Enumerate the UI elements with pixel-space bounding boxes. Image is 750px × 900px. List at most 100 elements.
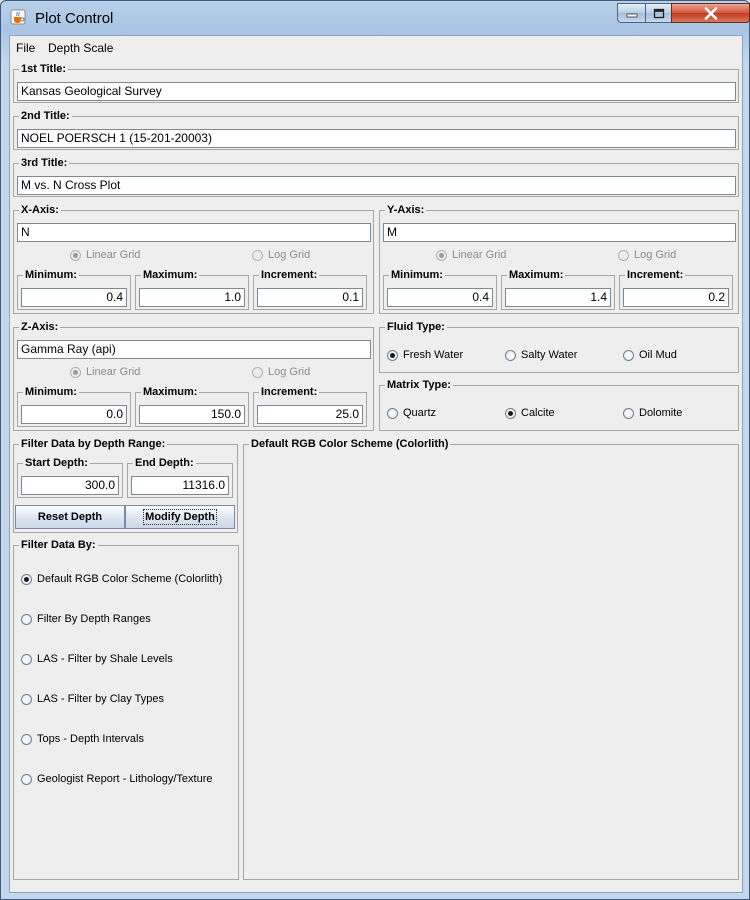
matrix-type-label: Matrix Type: — [385, 379, 453, 391]
start-depth-label: Start Depth: — [23, 457, 90, 469]
minimize-icon — [626, 13, 637, 18]
x-minimum-field[interactable]: 0.4 — [21, 288, 127, 307]
fluid-salty-water-radio[interactable]: Salty Water — [505, 349, 577, 361]
z-increment-label: Increment: — [259, 386, 320, 398]
close-button[interactable] — [671, 3, 750, 23]
z-increment-field[interactable]: 25.0 — [257, 405, 363, 424]
y-log-grid-radio[interactable]: Log Grid — [618, 249, 676, 261]
third-title-field[interactable]: M vs. N Cross Plot — [17, 176, 736, 195]
filter-geologist-report-label: Geologist Report - Lithology/Texture — [37, 773, 213, 785]
modify-depth-label: Modify Depth — [143, 509, 217, 525]
first-title-label: 1st Title: — [19, 63, 69, 75]
x-minimum-label: Minimum: — [23, 269, 79, 281]
depth-range-label: Filter Data by Depth Range: — [19, 438, 168, 450]
first-title-group: 1st Title: Kansas Geological Survey — [13, 63, 739, 103]
first-title-field[interactable]: Kansas Geological Survey — [17, 82, 736, 101]
fluid-type-label: Fluid Type: — [385, 321, 447, 333]
color-scheme-label: Default RGB Color Scheme (Colorlith) — [249, 438, 451, 450]
close-icon — [704, 6, 717, 20]
z-axis-group: Z-Axis: Gamma Ray (api) Linear Grid Log … — [13, 321, 374, 431]
z-axis-field[interactable]: Gamma Ray (api) — [17, 340, 371, 359]
reset-depth-button[interactable]: Reset Depth — [15, 505, 125, 529]
client-area: File Depth Scale 1st Title: Kansas Geolo… — [9, 35, 743, 893]
maximize-icon — [653, 8, 664, 18]
fluid-oil-mud-radio[interactable]: Oil Mud — [623, 349, 677, 361]
window-title: Plot Control — [35, 10, 114, 27]
maximize-button[interactable] — [645, 3, 672, 23]
filter-colorlith-radio[interactable]: Default RGB Color Scheme (Colorlith) — [21, 573, 222, 585]
z-maximum-field[interactable]: 150.0 — [139, 405, 245, 424]
x-increment-group: Increment: 0.1 — [253, 269, 367, 310]
matrix-dolomite-radio[interactable]: Dolomite — [623, 407, 682, 419]
y-axis-label: Y-Axis: — [385, 204, 427, 216]
x-log-grid-radio[interactable]: Log Grid — [252, 249, 310, 261]
y-axis-field[interactable]: M — [383, 223, 736, 242]
x-axis-field[interactable]: N — [17, 223, 371, 242]
minimize-button[interactable] — [617, 3, 646, 23]
y-linear-grid-radio[interactable]: Linear Grid — [436, 249, 506, 261]
second-title-group: 2nd Title: NOEL POERSCH 1 (15-201-20003) — [13, 110, 739, 150]
z-maximum-group: Maximum: 150.0 — [135, 386, 249, 427]
color-scheme-panel: Default RGB Color Scheme (Colorlith) — [243, 438, 739, 880]
fluid-fresh-water-label: Fresh Water — [403, 349, 464, 361]
z-log-grid-radio[interactable]: Log Grid — [252, 366, 310, 378]
x-maximum-group: Maximum: 1.0 — [135, 269, 249, 310]
start-depth-field[interactable]: 300.0 — [21, 476, 119, 495]
y-increment-field[interactable]: 0.2 — [623, 288, 729, 307]
menu-bar: File Depth Scale — [10, 36, 742, 60]
java-cup-icon — [10, 9, 26, 25]
end-depth-field[interactable]: 11316.0 — [131, 476, 229, 495]
matrix-calcite-label: Calcite — [521, 407, 555, 419]
y-log-grid-label: Log Grid — [634, 249, 677, 261]
start-depth-group: Start Depth: 300.0 — [17, 457, 123, 498]
title-bar[interactable]: Plot Control — [1, 1, 750, 35]
filter-clay-types-label: LAS - Filter by Clay Types — [37, 693, 164, 705]
second-title-field[interactable]: NOEL POERSCH 1 (15-201-20003) — [17, 129, 736, 148]
z-linear-grid-radio[interactable]: Linear Grid — [70, 366, 140, 378]
y-minimum-label: Minimum: — [389, 269, 445, 281]
end-depth-group: End Depth: 11316.0 — [127, 457, 233, 498]
y-increment-label: Increment: — [625, 269, 686, 281]
filter-tops-intervals-radio[interactable]: Tops - Depth Intervals — [21, 733, 144, 745]
z-maximum-label: Maximum: — [141, 386, 200, 398]
menu-depth-scale[interactable]: Depth Scale — [48, 41, 113, 55]
filter-geologist-report-radio[interactable]: Geologist Report - Lithology/Texture — [21, 773, 212, 785]
matrix-calcite-radio[interactable]: Calcite — [505, 407, 555, 419]
filter-depth-ranges-label: Filter By Depth Ranges — [37, 613, 151, 625]
plot-control-window: Plot Control File Depth Scale 1st Title:… — [0, 0, 750, 900]
y-linear-grid-label: Linear Grid — [452, 249, 507, 261]
end-depth-label: End Depth: — [133, 457, 196, 469]
filter-by-group: Filter Data By: Default RGB Color Scheme… — [13, 539, 239, 880]
x-maximum-field[interactable]: 1.0 — [139, 288, 245, 307]
menu-file[interactable]: File — [16, 41, 35, 55]
x-increment-field[interactable]: 0.1 — [257, 288, 363, 307]
filter-clay-types-radio[interactable]: LAS - Filter by Clay Types — [21, 693, 164, 705]
third-title-group: 3rd Title: M vs. N Cross Plot — [13, 157, 739, 197]
depth-range-group: Filter Data by Depth Range: Start Depth:… — [13, 438, 238, 533]
x-linear-grid-label: Linear Grid — [86, 249, 141, 261]
x-increment-label: Increment: — [259, 269, 320, 281]
y-maximum-field[interactable]: 1.4 — [505, 288, 611, 307]
third-title-label: 3rd Title: — [19, 157, 70, 169]
fluid-oil-mud-label: Oil Mud — [639, 349, 677, 361]
y-minimum-field[interactable]: 0.4 — [387, 288, 493, 307]
modify-depth-button[interactable]: Modify Depth — [125, 505, 235, 529]
z-log-grid-label: Log Grid — [268, 366, 311, 378]
filter-shale-levels-label: LAS - Filter by Shale Levels — [37, 653, 173, 665]
z-linear-grid-label: Linear Grid — [86, 366, 141, 378]
filter-depth-ranges-radio[interactable]: Filter By Depth Ranges — [21, 613, 151, 625]
x-minimum-group: Minimum: 0.4 — [17, 269, 131, 310]
fluid-salty-water-label: Salty Water — [521, 349, 578, 361]
x-linear-grid-radio[interactable]: Linear Grid — [70, 249, 140, 261]
fluid-fresh-water-radio[interactable]: Fresh Water — [387, 349, 463, 361]
z-minimum-group: Minimum: 0.0 — [17, 386, 131, 427]
z-axis-label: Z-Axis: — [19, 321, 61, 333]
x-axis-group: X-Axis: N Linear Grid Log Grid Minimum: … — [13, 204, 374, 314]
matrix-quartz-label: Quartz — [403, 407, 437, 419]
y-maximum-label: Maximum: — [507, 269, 566, 281]
matrix-quartz-radio[interactable]: Quartz — [387, 407, 436, 419]
filter-shale-levels-radio[interactable]: LAS - Filter by Shale Levels — [21, 653, 173, 665]
matrix-dolomite-label: Dolomite — [639, 407, 683, 419]
z-increment-group: Increment: 25.0 — [253, 386, 367, 427]
z-minimum-field[interactable]: 0.0 — [21, 405, 127, 424]
